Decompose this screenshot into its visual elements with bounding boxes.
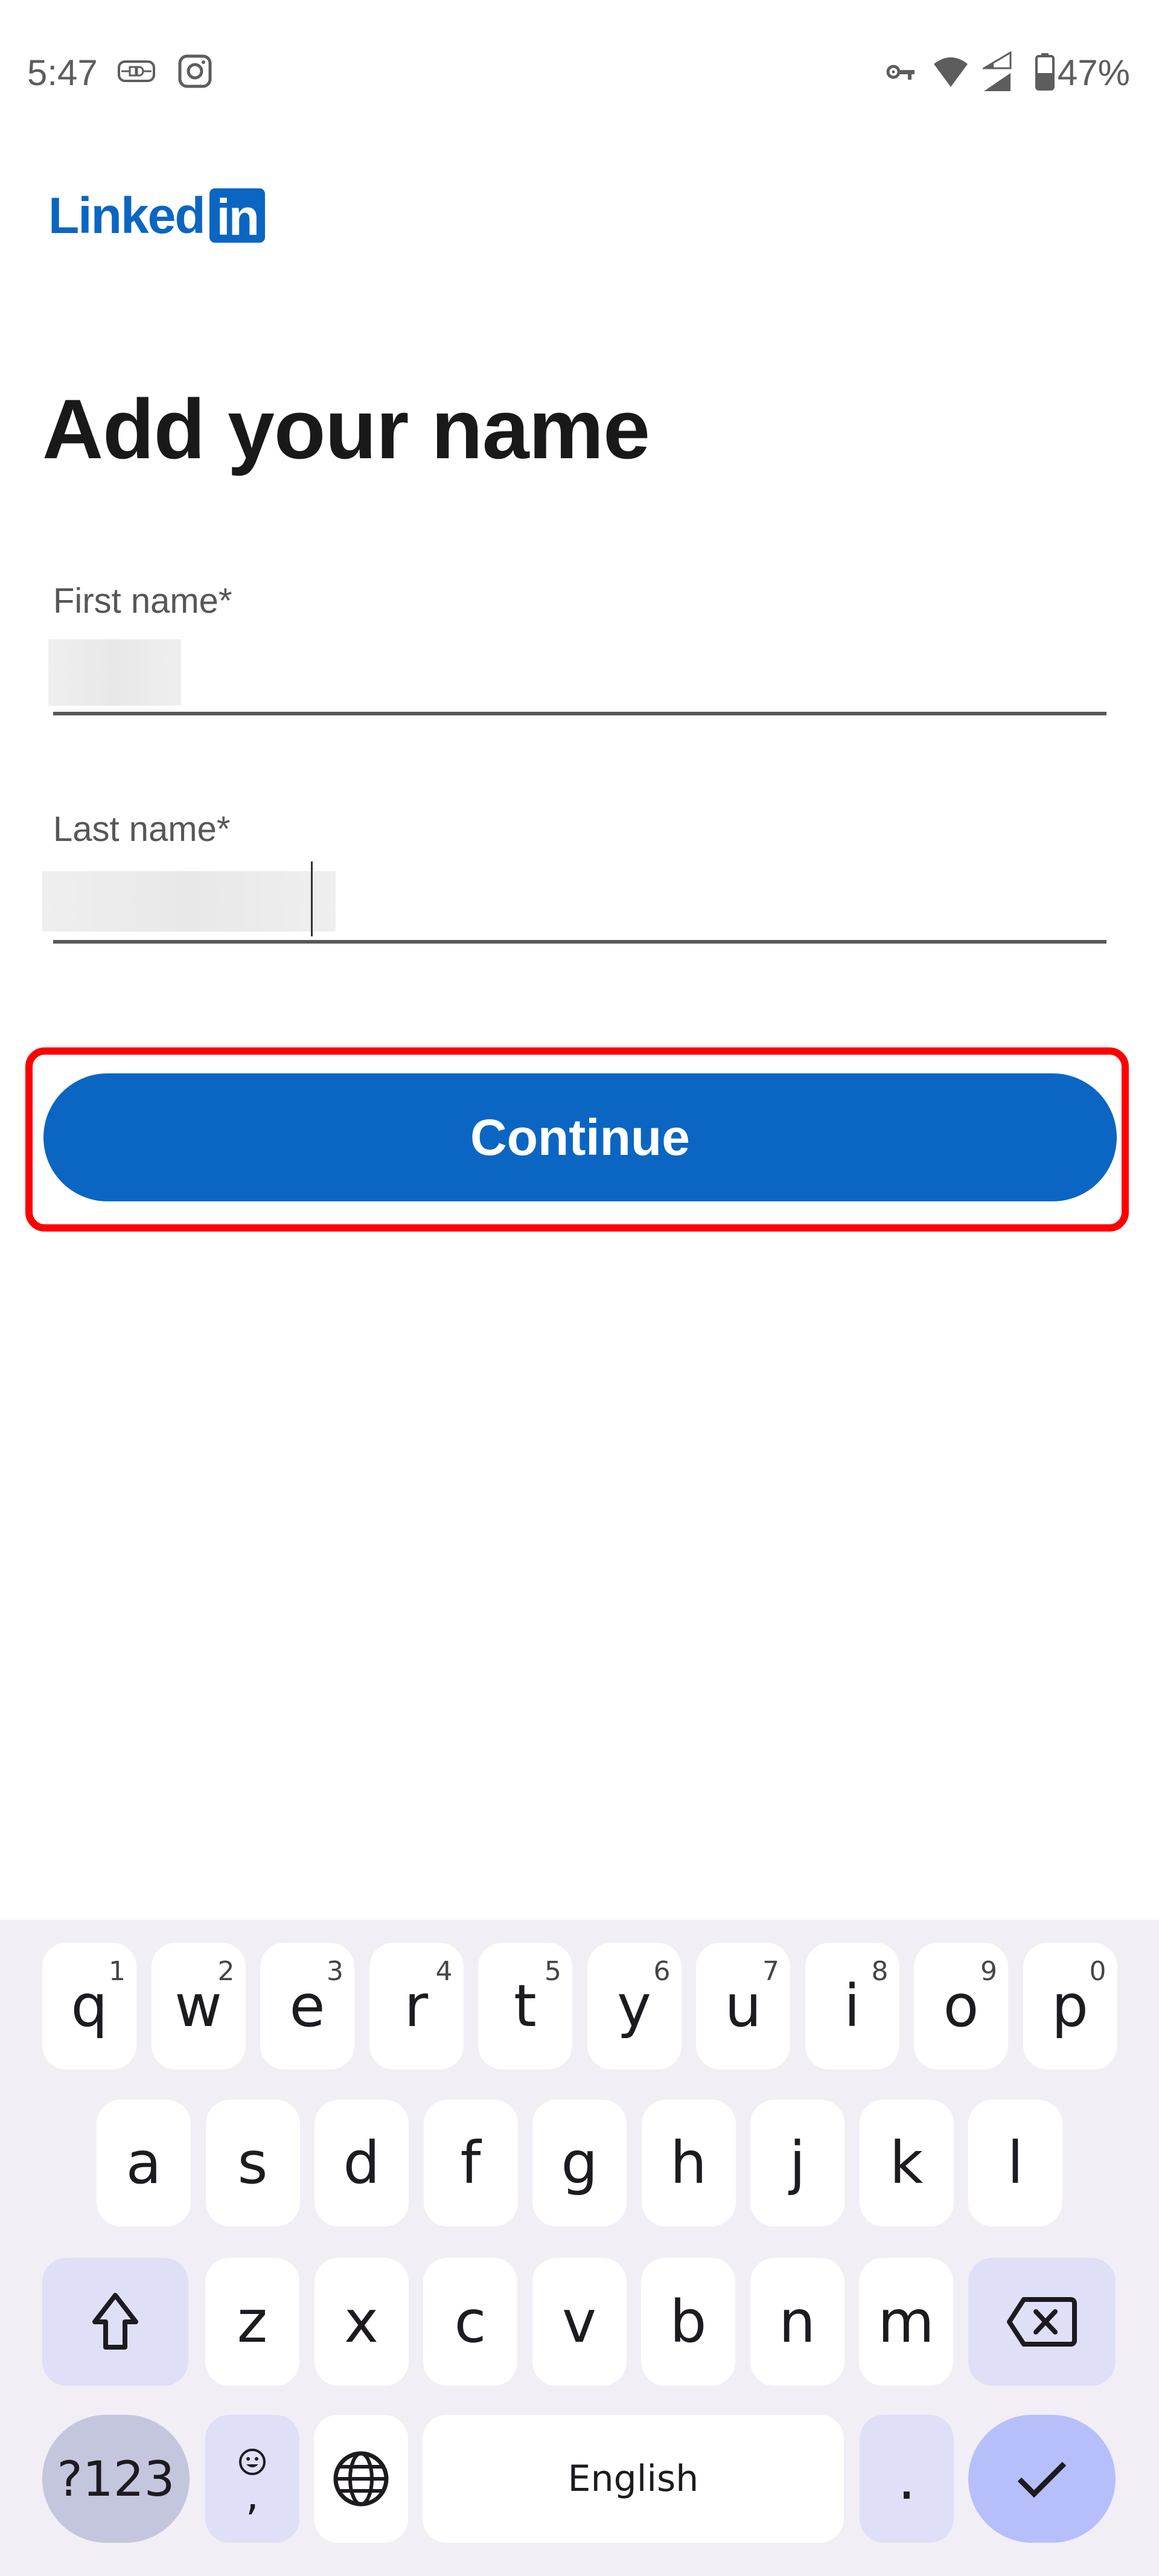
first-name-field: First name* — [48, 581, 1106, 715]
key-i[interactable]: 8i — [805, 1943, 899, 2069]
key-j[interactable]: j — [750, 2100, 845, 2226]
cell-signal-icon — [983, 51, 1012, 91]
key-hint: 3 — [327, 1956, 343, 1987]
key-hint: 6 — [653, 1956, 671, 1987]
key-hint: 7 — [762, 1956, 779, 1987]
wifi-icon — [934, 57, 968, 87]
key-c[interactable]: c — [423, 2258, 517, 2386]
last-name-field: Last name* — [42, 809, 1106, 944]
key-u[interactable]: 7u — [696, 1943, 790, 2069]
key-z[interactable]: z — [205, 2258, 299, 2386]
shift-icon — [92, 2293, 138, 2350]
status-bar: 5:47 47% — [0, 0, 1159, 145]
key-h[interactable]: h — [641, 2100, 736, 2226]
key-d[interactable]: d — [314, 2100, 409, 2226]
comma-label: , — [245, 2470, 260, 2520]
key-hint: 2 — [217, 1956, 235, 1987]
key-o[interactable]: 9o — [914, 1943, 1008, 2069]
key-v[interactable]: v — [532, 2258, 627, 2386]
emoji-comma-key[interactable]: , — [205, 2415, 299, 2543]
instagram-icon — [178, 54, 212, 88]
key-hint: 0 — [1089, 1956, 1106, 1987]
key-label: w — [174, 1972, 222, 2040]
status-time: 5:47 — [27, 53, 98, 93]
key-m[interactable]: m — [859, 2258, 953, 2386]
language-key[interactable] — [314, 2415, 408, 2543]
key-label: q — [71, 1972, 108, 2040]
key-n[interactable]: n — [750, 2258, 845, 2386]
key-hint: 8 — [871, 1956, 889, 1987]
key-y[interactable]: 6y — [587, 1943, 682, 2069]
last-name-label: Last name* — [53, 810, 231, 849]
key-label: t — [514, 1972, 537, 2040]
key-hint: 5 — [544, 1956, 561, 1987]
battery-icon — [1035, 53, 1055, 91]
key-w[interactable]: 2w — [151, 1943, 246, 2069]
key-p[interactable]: 0p — [1023, 1943, 1117, 2069]
key-f[interactable]: f — [423, 2100, 518, 2226]
key-label: y — [617, 1972, 651, 2040]
key-t[interactable]: 5t — [478, 1943, 572, 2069]
key-k[interactable]: k — [859, 2100, 954, 2226]
key-l[interactable]: l — [968, 2100, 1062, 2226]
key-a[interactable]: a — [97, 2100, 191, 2226]
key-q[interactable]: 1q — [42, 1943, 136, 2069]
key-hint: 4 — [435, 1956, 453, 1987]
logo-in-box: in — [209, 188, 265, 246]
key-label: u — [724, 1972, 762, 2040]
key-b[interactable]: b — [641, 2258, 735, 2386]
globe-icon — [333, 2451, 389, 2507]
checkmark-icon — [1017, 2461, 1067, 2498]
key-label: i — [844, 1972, 860, 2040]
shift-key[interactable] — [42, 2258, 188, 2386]
key-r[interactable]: 4r — [369, 1943, 464, 2069]
backspace-icon — [1007, 2297, 1077, 2347]
first-name-input-wrapper — [48, 639, 1106, 715]
symbols-key[interactable]: ?123 — [42, 2415, 190, 2543]
continue-button[interactable]: Continue — [43, 1073, 1117, 1201]
first-name-input[interactable] — [53, 639, 1106, 712]
key-s[interactable]: s — [205, 2100, 300, 2226]
done-key[interactable] — [968, 2415, 1116, 2543]
key-label: p — [1052, 1972, 1088, 2040]
first-name-label: First name* — [53, 581, 232, 621]
last-name-input[interactable] — [53, 868, 1106, 940]
space-key[interactable]: English — [423, 2415, 844, 2543]
logo-wordmark: Linked — [48, 187, 206, 244]
key-e[interactable]: 3e — [260, 1943, 354, 2069]
key-g[interactable]: g — [532, 2100, 627, 2226]
key-x[interactable]: x — [314, 2258, 409, 2386]
linkedin-logo: Linked in — [48, 187, 265, 246]
page-title: Add your name — [42, 382, 650, 476]
vpn-key-icon — [886, 65, 915, 80]
key-label: e — [289, 1972, 325, 2040]
usb-debug-icon — [118, 60, 155, 82]
last-name-input-wrapper — [42, 861, 1106, 944]
period-key[interactable]: . — [860, 2415, 954, 2543]
key-hint: 1 — [109, 1956, 126, 1987]
battery-percent: 47% — [1057, 53, 1130, 93]
backspace-key[interactable] — [968, 2258, 1116, 2386]
key-label: o — [943, 1972, 979, 2040]
key-hint: 9 — [980, 1956, 997, 1987]
key-label: r — [404, 1972, 429, 2040]
soft-keyboard: 1q2w3e4r5t6y7u8i9o0p asdfghjkl zxcvbnm ?… — [0, 1920, 1159, 2576]
